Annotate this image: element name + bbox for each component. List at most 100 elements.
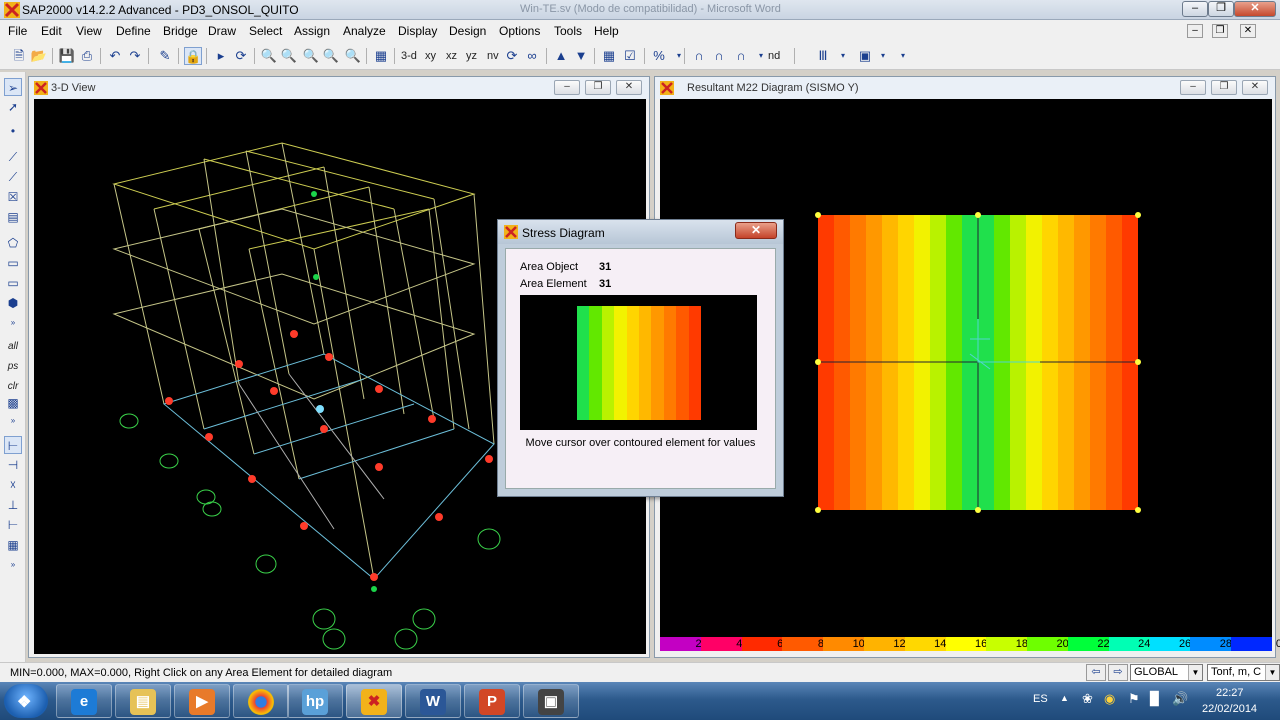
quick-draw-frame-icon[interactable]: ⟋	[4, 168, 22, 186]
snap-lines-icon[interactable]: ⊢	[4, 516, 22, 534]
save-icon[interactable]: 💾	[58, 47, 76, 65]
quick-draw-braces-icon[interactable]: ☒	[4, 188, 22, 206]
menu-select[interactable]: Select	[249, 24, 282, 38]
taskbar-media-player[interactable]: ▶	[174, 684, 230, 718]
taskbar-hp-app[interactable]: hp	[287, 684, 343, 718]
redo-icon[interactable]: ↷	[126, 47, 144, 65]
forces-icon[interactable]: ∩	[732, 47, 750, 65]
m22-restore-button[interactable]: ❐	[1211, 80, 1237, 95]
node-label-button[interactable]: nd	[768, 47, 780, 65]
network-icon[interactable]: ▉	[1150, 691, 1160, 707]
menu-analyze[interactable]: Analyze	[343, 24, 386, 38]
units-select[interactable]: Tonf, m, C ▼	[1207, 664, 1280, 681]
snap-grid-icon[interactable]: ▦	[4, 536, 22, 554]
draw-joint-icon[interactable]: •	[4, 122, 22, 140]
mdi-restore-button[interactable]: ❐	[1212, 24, 1228, 38]
draw-rect-area-icon[interactable]: ▭	[4, 254, 22, 272]
snap-points-icon[interactable]: ⊢	[4, 436, 22, 454]
snap-perpendicular-icon[interactable]: ⊥	[4, 496, 22, 514]
3d-view-minimize-button[interactable]: –	[554, 80, 580, 95]
toolbar-dropdown-icon[interactable]: ▾	[670, 47, 688, 65]
select-all-button[interactable]: all	[4, 338, 22, 356]
percent-icon[interactable]: %	[650, 47, 668, 65]
run-analysis-icon[interactable]: ▸	[212, 47, 230, 65]
language-indicator[interactable]: ES	[1033, 693, 1048, 705]
coord-system-select[interactable]: GLOBAL ▼	[1130, 664, 1203, 681]
menu-edit[interactable]: Edit	[41, 24, 62, 38]
taskbar-sap2000[interactable]: ✖	[346, 684, 402, 718]
previous-view-button[interactable]: ⇦	[1086, 664, 1106, 681]
open-folder-icon[interactable]: 📂	[30, 47, 48, 65]
toolbar-overflow-icon[interactable]: ▾	[894, 47, 912, 65]
previous-select-button[interactable]: ps	[4, 358, 22, 376]
view-3d-button[interactable]: 3-d	[401, 47, 417, 65]
intersecting-line-icon[interactable]: ▩	[4, 394, 22, 412]
3d-view-close-button[interactable]: ✕	[616, 80, 642, 95]
pencil-icon[interactable]: ✎	[156, 47, 174, 65]
mdi-close-button[interactable]: ✕	[1240, 24, 1256, 38]
left-toolbar-more-icon[interactable]: »	[4, 314, 22, 332]
display-tables-icon[interactable]: ▣	[856, 47, 874, 65]
draw-frame-icon[interactable]: ⟋	[4, 148, 22, 166]
perspective-icon[interactable]: ∞	[523, 47, 541, 65]
refresh-icon[interactable]: ⟳	[232, 47, 250, 65]
frame-shape-icon[interactable]: ∩	[690, 47, 708, 65]
action-center-icon[interactable]: ⚑	[1128, 691, 1140, 707]
taskbar-video-app[interactable]: ▣	[523, 684, 579, 718]
snap-intersections-icon[interactable]: ☓	[4, 476, 22, 494]
draw-poly-area-icon[interactable]: ⬠	[4, 234, 22, 252]
quick-draw-area-icon[interactable]: ▭	[4, 274, 22, 292]
menu-assign[interactable]: Assign	[294, 24, 330, 38]
undo-icon[interactable]: ↶	[106, 47, 124, 65]
section-dropdown-icon[interactable]: ▾	[834, 47, 852, 65]
volume-icon[interactable]: 🔊	[1172, 691, 1188, 707]
menu-bridge[interactable]: Bridge	[163, 24, 198, 38]
close-button[interactable]: ✕	[1234, 1, 1276, 17]
view-nv-button[interactable]: nv	[487, 47, 499, 65]
left-toolbar-more-3-icon[interactable]: »	[4, 556, 22, 574]
tray-app-icon[interactable]: ❀	[1082, 691, 1093, 707]
show-hidden-icons-icon[interactable]: ▲	[1060, 693, 1069, 703]
next-view-button[interactable]: ⇨	[1108, 664, 1128, 681]
menu-define[interactable]: Define	[116, 24, 151, 38]
move-down-icon[interactable]: ▼	[572, 47, 590, 65]
view-yz-button[interactable]: yz	[466, 47, 477, 65]
stress-diagram-close-button[interactable]: ✕	[735, 222, 777, 239]
view-xy-button[interactable]: xy	[425, 47, 436, 65]
menu-file[interactable]: File	[8, 24, 27, 38]
3d-view-restore-button[interactable]: ❐	[585, 80, 611, 95]
section-cut-icon[interactable]: Ⅲ	[814, 47, 832, 65]
restore-button[interactable]: ❐	[1208, 1, 1234, 17]
pan-icon[interactable]: 🔍	[344, 47, 362, 65]
m22-close-button[interactable]: ✕	[1242, 80, 1268, 95]
zoom-out-icon[interactable]: 🔍	[322, 47, 340, 65]
snap-ends-icon[interactable]: ⊣	[4, 456, 22, 474]
new-file-icon[interactable]: 🗎	[10, 47, 28, 65]
zoom-restore-icon[interactable]: 🔍	[280, 47, 298, 65]
quick-draw-secondary-icon[interactable]: ▤	[4, 208, 22, 226]
view-xz-button[interactable]: xz	[446, 47, 457, 65]
taskbar-file-explorer[interactable]: ▤	[115, 684, 171, 718]
pointer-icon[interactable]: ➢	[4, 78, 22, 96]
lock-icon[interactable]: 🔒	[184, 47, 202, 65]
start-button[interactable]: ❖	[4, 684, 48, 718]
taskbar-powerpoint[interactable]: P	[464, 684, 520, 718]
object-shrink-icon[interactable]: ▦	[600, 47, 618, 65]
tables-dropdown-icon[interactable]: ▾	[874, 47, 892, 65]
tray-norton-icon[interactable]: ◉	[1104, 691, 1115, 707]
clock-date[interactable]: 22/02/2014	[1202, 703, 1257, 715]
menu-draw[interactable]: Draw	[208, 24, 236, 38]
zoom-in-icon[interactable]: 🔍	[302, 47, 320, 65]
menu-options[interactable]: Options	[499, 24, 540, 38]
minimize-button[interactable]: –	[1182, 1, 1208, 17]
left-toolbar-more-2-icon[interactable]: »	[4, 412, 22, 430]
deformed-shape-icon[interactable]: ∩	[710, 47, 728, 65]
menu-view[interactable]: View	[76, 24, 102, 38]
draw-solid-icon[interactable]: ⬢	[4, 294, 22, 312]
move-up-icon[interactable]: ▲	[552, 47, 570, 65]
taskbar-word[interactable]: W	[405, 684, 461, 718]
zoom-window-icon[interactable]: 🔍	[260, 47, 278, 65]
menu-tools[interactable]: Tools	[554, 24, 582, 38]
taskbar-chrome[interactable]	[233, 684, 289, 718]
grid-view-icon[interactable]: ▦	[372, 47, 390, 65]
